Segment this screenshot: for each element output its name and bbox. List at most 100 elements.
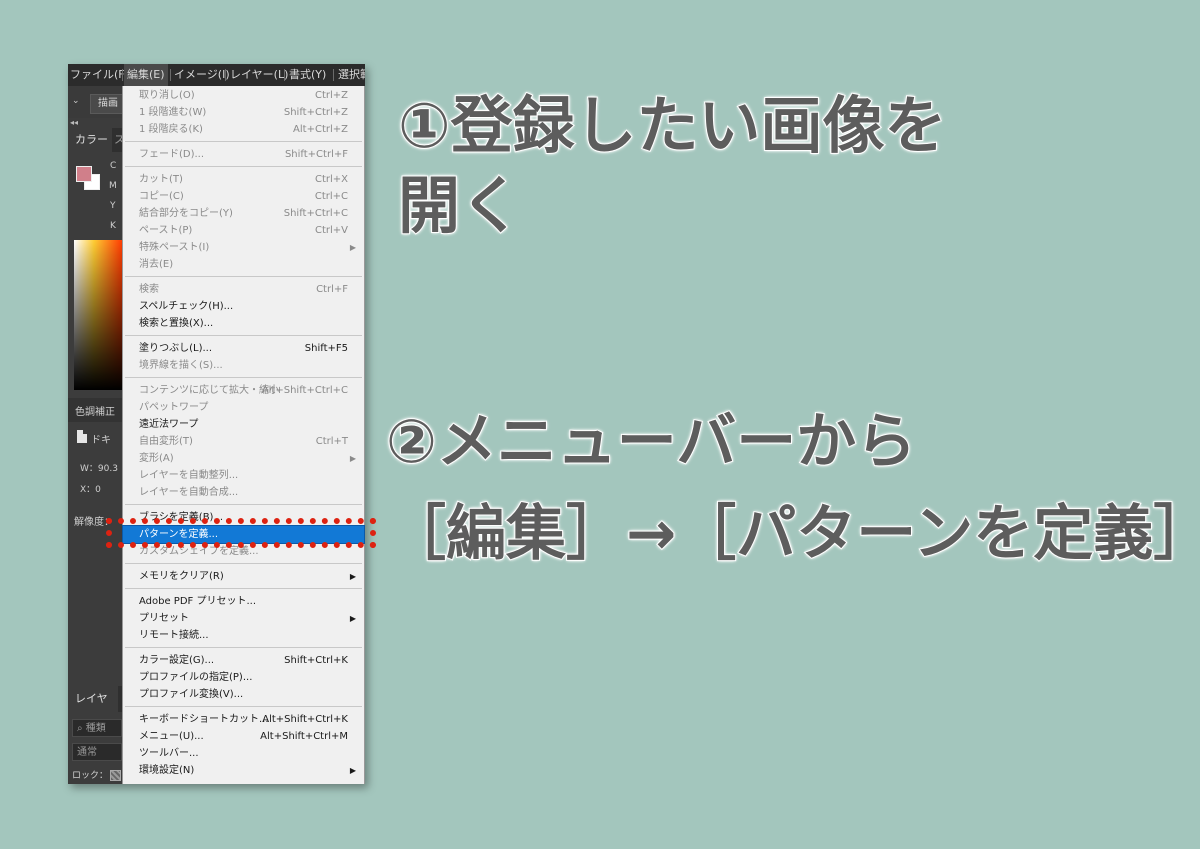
menu-type[interactable]: 書式(Y) xyxy=(289,64,326,86)
menu-item[interactable]: 境界線を描く(S)... xyxy=(123,357,364,374)
menu-divider xyxy=(225,69,226,81)
document-label: ドキ xyxy=(91,435,111,446)
menu-item[interactable]: メモリをクリア(R) ▶ xyxy=(123,568,364,585)
menu-separator xyxy=(125,335,362,336)
menu-item[interactable]: カラー設定(G)... Shift+Ctrl+K xyxy=(123,652,364,669)
menu-item-label: リモート接続... xyxy=(139,630,209,641)
menu-item-label: 遠近法ワープ xyxy=(139,419,199,430)
menu-item[interactable]: キーボードショートカット... Alt+Shift+Ctrl+K xyxy=(123,711,364,728)
menu-item[interactable]: カット(T) Ctrl+X xyxy=(123,171,364,188)
menu-item[interactable]: 変形(A) ▶ xyxy=(123,450,364,467)
menu-separator xyxy=(125,706,362,707)
step1-text-line1: ①登録したい画像を xyxy=(397,88,947,163)
menu-item-label: 結合部分をコピー(Y) xyxy=(139,208,233,219)
chevron-down-icon[interactable]: ⌄ xyxy=(72,96,80,106)
menu-item-label: 検索と置換(X)... xyxy=(139,318,214,329)
menu-item-shortcut: Ctrl+T xyxy=(315,436,348,447)
menu-item-label: 環境設定(N) xyxy=(139,765,195,776)
menu-item[interactable]: レイヤーを自動合成... xyxy=(123,484,364,501)
menu-item[interactable]: レイヤーを自動整列... xyxy=(123,467,364,484)
draw-button[interactable]: 描画 xyxy=(90,94,126,114)
menu-item[interactable]: リモート接続... xyxy=(123,627,364,644)
tab-color[interactable]: カラー xyxy=(68,128,112,152)
menu-item-label: プロファイル変換(V)... xyxy=(139,689,244,700)
menu-item[interactable]: スペルチェック(H)... xyxy=(123,298,364,315)
menu-item-label: カット(T) xyxy=(139,174,183,185)
menu-item-shortcut: Ctrl+X xyxy=(314,174,348,185)
menu-item-label: 1 段階進む(W) xyxy=(139,107,207,118)
menu-item-label: ツールバー... xyxy=(139,748,199,759)
menu-item-shortcut: Shift+Ctrl+Z xyxy=(283,107,348,118)
menu-item[interactable]: コンテンツに応じて拡大・縮小 Alt+Shift+Ctrl+C xyxy=(123,382,364,399)
collapse-panel-icon[interactable]: ◂◂ xyxy=(70,118,78,127)
menu-item[interactable]: 遠近法ワープ xyxy=(123,416,364,433)
menu-item[interactable]: プリセット ▶ xyxy=(123,610,364,627)
layer-filter-label: 種類 xyxy=(85,723,106,734)
menu-layer[interactable]: レイヤー(L) xyxy=(230,64,288,86)
menu-item[interactable]: 検索 Ctrl+F xyxy=(123,281,364,298)
menu-item-label: コンテンツに応じて拡大・縮小 xyxy=(139,385,279,396)
step1-text-line2: 開く xyxy=(397,168,523,243)
menu-item-label: プリセット xyxy=(139,613,189,624)
tab-layers[interactable]: レイヤー xyxy=(68,686,118,731)
menu-separator xyxy=(125,504,362,505)
menu-item-label: レイヤーを自動合成... xyxy=(139,487,239,498)
menu-item[interactable]: Adobe PDF プリセット... xyxy=(123,593,364,610)
color-spectrum[interactable] xyxy=(74,240,124,390)
menu-item-label: メニュー(U)... xyxy=(139,731,204,742)
menu-image[interactable]: イメージ(I) xyxy=(174,64,230,86)
menu-item[interactable]: メニュー(U)... Alt+Shift+Ctrl+M xyxy=(123,728,364,745)
menu-item[interactable]: 1 段階戻る(K) Alt+Ctrl+Z xyxy=(123,121,364,138)
menu-item-label: 検索 xyxy=(139,284,159,295)
submenu-arrow-icon: ▶ xyxy=(349,766,356,775)
menu-item[interactable]: 自由変形(T) Ctrl+T xyxy=(123,433,364,450)
menu-item[interactable]: 1 段階進む(W) Shift+Ctrl+Z xyxy=(123,104,364,121)
menu-separator xyxy=(125,166,362,167)
step2-text-line1: ②メニューバーから xyxy=(385,406,917,478)
menu-separator xyxy=(125,377,362,378)
search-icon: ⌕ xyxy=(77,723,86,734)
document-icon xyxy=(77,430,87,443)
menu-file[interactable]: ファイル(F) xyxy=(70,64,129,86)
menu-edit[interactable]: 編集(E) xyxy=(124,64,168,86)
menu-item-label: キーボードショートカット... xyxy=(139,714,269,725)
menu-item[interactable]: ツールバー... xyxy=(123,745,364,762)
menu-item[interactable]: 環境設定(N) ▶ xyxy=(123,762,364,779)
menu-item-label: 1 段階戻る(K) xyxy=(139,124,203,135)
menu-item[interactable]: パペットワープ xyxy=(123,399,364,416)
lock-transparency-icon[interactable] xyxy=(110,770,121,781)
channel-c-label: C xyxy=(110,161,117,171)
width-readout: W：90.3 xyxy=(80,464,118,474)
blend-mode-select[interactable]: 通常 xyxy=(72,743,122,761)
foreground-color-swatch[interactable] xyxy=(76,166,92,182)
lock-label: ロック： xyxy=(72,771,109,781)
menu-bar: ファイル(F) 編集(E) イメージ(I) レイヤー(L) 書式(Y) 選択範 xyxy=(68,64,365,86)
layer-filter-input[interactable]: ⌕ 種類 xyxy=(72,719,122,737)
menu-item-shortcut: Shift+Ctrl+K xyxy=(284,655,348,666)
menu-item[interactable]: プロファイル変換(V)... xyxy=(123,686,364,703)
menu-item[interactable]: フェード(D)... Shift+Ctrl+F xyxy=(123,146,364,163)
menu-item[interactable]: 取り消し(O) Ctrl+Z xyxy=(123,87,364,104)
menu-item-shortcut: Ctrl+Z xyxy=(314,90,348,101)
menu-item[interactable]: 特殊ペースト(I) ▶ xyxy=(123,239,364,256)
menu-item-shortcut: Shift+Ctrl+C xyxy=(283,208,348,219)
menu-item[interactable]: コピー(C) Ctrl+C xyxy=(123,188,364,205)
channel-m-label: M xyxy=(109,181,117,191)
menu-select[interactable]: 選択範 xyxy=(338,64,365,86)
callout-highlight-box xyxy=(106,518,376,548)
menu-item[interactable]: ペースト(P) Ctrl+V xyxy=(123,222,364,239)
menu-divider xyxy=(122,69,123,81)
menu-item-label: 変形(A) xyxy=(139,453,174,464)
menu-item-label: 塗りつぶし(L)... xyxy=(139,343,213,354)
adjustments-label: 色調補正 xyxy=(75,407,115,418)
menu-item[interactable]: 結合部分をコピー(Y) Shift+Ctrl+C xyxy=(123,205,364,222)
menu-item-shortcut: Alt+Shift+Ctrl+M xyxy=(260,731,348,742)
menu-item[interactable]: プロファイルの指定(P)... xyxy=(123,669,364,686)
menu-divider xyxy=(170,69,171,81)
menu-item[interactable]: 消去(E) xyxy=(123,256,364,273)
menu-separator xyxy=(125,588,362,589)
menu-item[interactable]: 検索と置換(X)... xyxy=(123,315,364,332)
menu-item-label: 境界線を描く(S)... xyxy=(139,360,223,371)
menu-item[interactable]: 塗りつぶし(L)... Shift+F5 xyxy=(123,340,364,357)
menu-item-label: メモリをクリア(R) xyxy=(139,571,224,582)
